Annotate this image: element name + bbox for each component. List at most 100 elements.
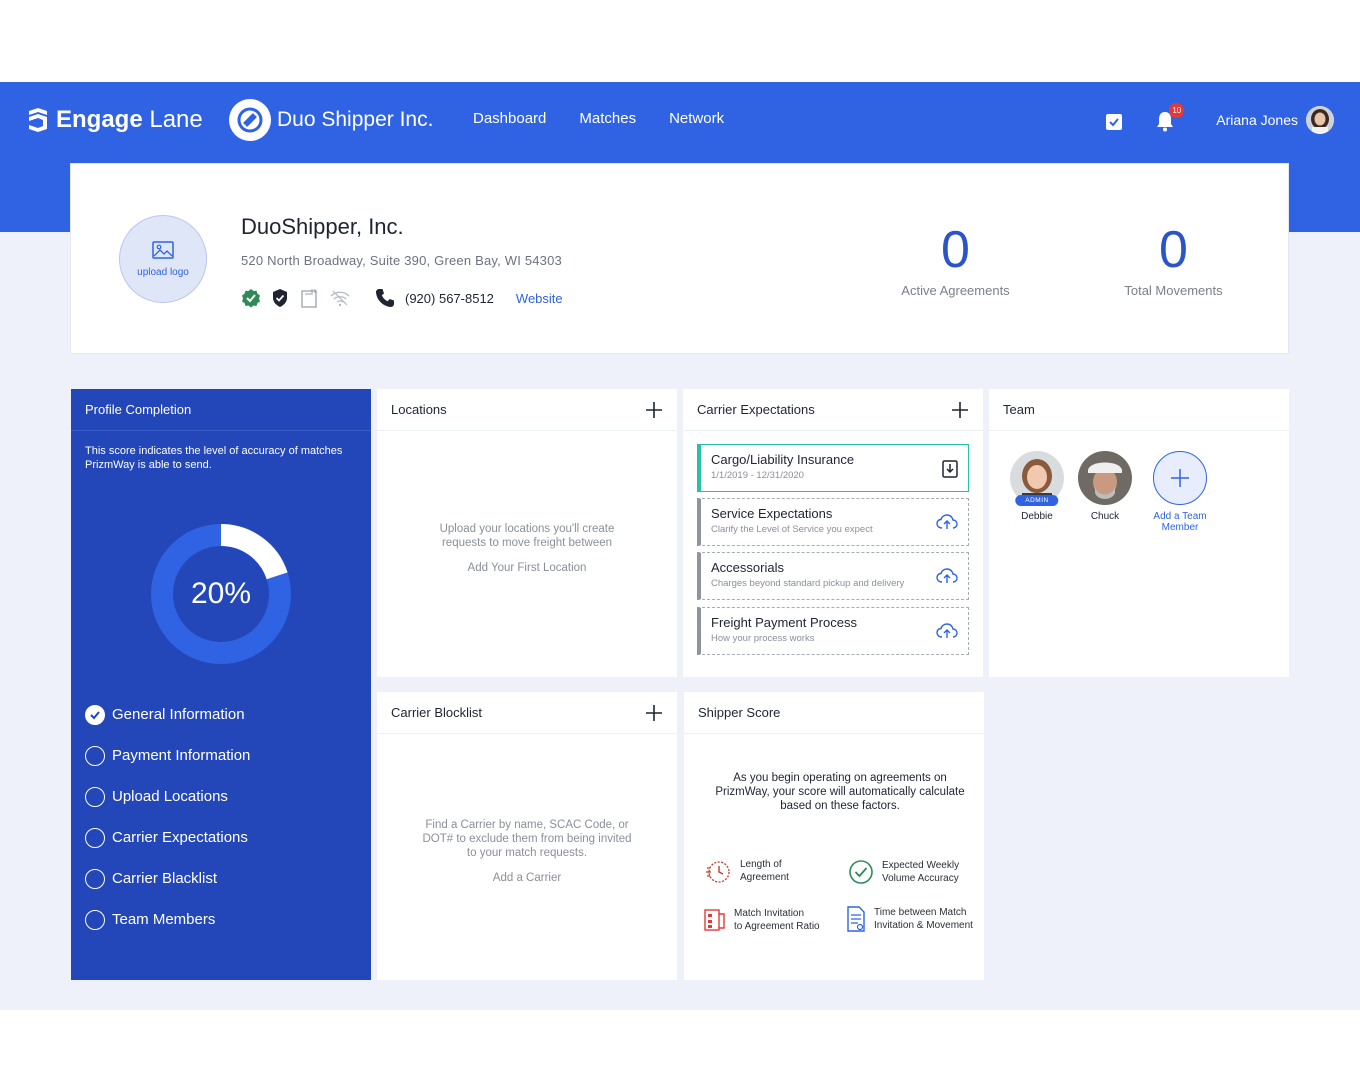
document-download-icon[interactable] [942,460,958,483]
image-icon [152,240,174,259]
member-name: Debbie [1021,511,1053,522]
company-logo-icon [229,99,271,141]
expectation-freight-payment[interactable]: Freight Payment Process How your process… [697,607,969,655]
factor-line2: Invitation & Movement [874,920,973,931]
plus-icon [1153,451,1207,505]
step-label: Team Members [112,911,216,928]
factor-time-between-match: Time between Match Invitation & Movement [846,906,973,932]
cloud-upload-icon[interactable] [936,514,958,535]
total-movements-label: Total Movements [1124,283,1223,298]
step-carrier-blacklist[interactable]: Carrier Blacklist [85,858,250,899]
factor-volume-accuracy: Expected Weekly Volume Accuracy [848,859,959,885]
expectation-title: Freight Payment Process [711,615,857,630]
step-team-members[interactable]: Team Members [85,899,250,940]
locations-empty-line1: Upload your locations you'll create [439,523,615,535]
notifications-button[interactable]: 10 [1154,103,1185,132]
shield-check-icon [271,288,289,308]
step-payment-information[interactable]: Payment Information [85,735,250,776]
step-label: General Information [112,706,245,723]
website-link[interactable]: Website [516,291,563,306]
nav-network[interactable]: Network [669,110,724,127]
company-address: 520 North Broadway, Suite 390, Green Bay… [241,253,562,268]
expectation-subtitle: 1/1/2019 - 12/31/2020 [711,470,804,481]
document-icon [846,906,866,932]
cloud-upload-icon[interactable] [936,623,958,644]
wifi-off-icon [329,289,351,307]
step-upload-locations[interactable]: Upload Locations [85,776,250,817]
add-expectation-plus-icon[interactable] [951,401,969,419]
locations-title: Locations [391,402,447,417]
locations-header: Locations [377,389,677,431]
completion-donut: 20% [151,524,291,664]
nav-matches[interactable]: Matches [579,110,636,127]
locations-panel: Locations Upload your locations you'll c… [377,389,677,677]
add-team-member-label-line2: Member [1161,522,1199,533]
factor-line1: Match Invitation [734,908,805,919]
score-desc-line2: PrizmWay, your score will automatically … [715,786,965,798]
team-member-chuck[interactable]: Chuck [1070,451,1140,522]
admin-badge: ADMIN [1015,495,1059,506]
nav-dashboard[interactable]: Dashboard [473,110,546,127]
empty-circle-icon [85,909,105,930]
company-switcher[interactable]: Duo Shipper Inc. [229,99,433,141]
profile-completion-header: Profile Completion [71,389,371,431]
expectation-title: Accessorials [711,560,784,575]
locations-empty-line2: requests to move freight between [441,537,613,549]
page: Engage Lane Duo Shipper Inc. Dashboard M… [0,0,1360,1092]
brand-logo[interactable]: Engage Lane [26,104,203,136]
step-carrier-expectations[interactable]: Carrier Expectations [85,817,250,858]
expectation-subtitle: How your process works [711,633,815,644]
factor-line1: Expected Weekly [882,860,960,871]
active-agreements-value: 0 [941,221,970,279]
add-team-member-button[interactable]: Add a Team Member [1152,451,1208,533]
add-first-location-link[interactable]: Add Your First Location [377,562,677,574]
upload-logo-label: upload logo [137,266,189,278]
cloud-upload-icon[interactable] [936,568,958,589]
add-blocked-carrier-plus-icon[interactable] [645,704,663,722]
expectation-title: Service Expectations [711,506,833,521]
carrier-blocklist-title: Carrier Blocklist [391,705,483,720]
factor-line2: Volume Accuracy [882,873,959,884]
completion-steps: General Information Payment Information … [85,694,250,940]
door-icon [299,288,319,308]
company-phone[interactable]: (920) 567-8512 [375,288,494,308]
profile-completion-title: Profile Completion [85,402,192,417]
expectation-cargo-insurance[interactable]: Cargo/Liability Insurance 1/1/2019 - 12/… [697,444,969,492]
factor-match-invitation-ratio: Match Invitation to Agreement Ratio [704,907,820,933]
verified-check-icon [241,288,261,308]
company-title: DuoShipper, Inc. [241,214,404,239]
checkbox-tasks-icon[interactable] [1106,114,1123,130]
expectation-accessorials[interactable]: Accessorials Charges beyond standard pic… [697,552,969,600]
step-general-information[interactable]: General Information [85,694,250,735]
check-circle-icon [848,859,874,885]
step-label: Payment Information [112,747,251,764]
upload-logo-button[interactable]: upload logo [119,215,207,303]
company-profile-card: upload logo DuoShipper, Inc. 520 North B… [70,163,1289,354]
user-avatar[interactable] [1306,106,1334,134]
team-member-debbie[interactable]: ADMIN Debbie [1002,451,1072,522]
team-title: Team [1003,402,1035,417]
notification-count-badge: 10 [1169,103,1185,118]
company-badges-row: (920) 567-8512 Website [241,288,563,308]
expectation-subtitle: Charges beyond standard pickup and deliv… [711,578,905,589]
score-desc-line3: based on these factors. [780,800,900,812]
empty-circle-icon [85,786,105,807]
carrier-expectations-title: Carrier Expectations [697,402,815,417]
team-panel: Team ADMIN Debbie Chuck Add a Team Membe… [989,389,1289,677]
empty-circle-icon [85,868,105,889]
member-name: Chuck [1090,511,1120,522]
factor-length-of-agreement: Length of Agreement [704,858,789,884]
total-movements-value: 0 [1159,221,1188,279]
factor-line1: Time between Match [874,907,967,918]
carrier-blocklist-header: Carrier Blocklist [377,692,677,734]
expectation-service[interactable]: Service Expectations Clarify the Level o… [697,498,969,546]
team-header: Team [989,389,1289,431]
add-location-plus-icon[interactable] [645,401,663,419]
add-carrier-link[interactable]: Add a Carrier [377,872,677,884]
user-name[interactable]: Ariana Jones [1216,112,1298,128]
check-circle-icon [85,704,105,725]
shipper-score-header: Shipper Score [684,692,984,734]
active-agreements-stat: 0 Active Agreements [898,220,1013,298]
carrier-expectations-panel: Carrier Expectations Cargo/Liability Ins… [683,389,983,677]
shipper-score-title: Shipper Score [698,705,781,720]
